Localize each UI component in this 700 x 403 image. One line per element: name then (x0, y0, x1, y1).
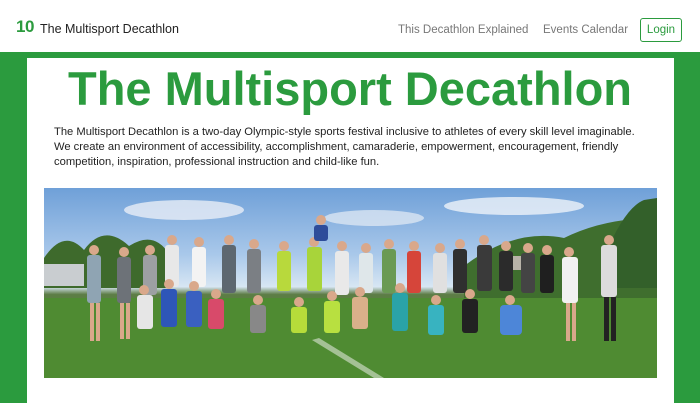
top-navbar: 10 The Multisport Decathlon This Decathl… (0, 0, 700, 52)
brand-logo[interactable]: 10 (16, 17, 34, 37)
page-title: The Multisport Decathlon (68, 62, 632, 115)
group-photo-illustration (44, 197, 657, 378)
nav-link-events-calendar[interactable]: Events Calendar (543, 22, 628, 38)
login-button[interactable]: Login (640, 18, 682, 42)
brand-name[interactable]: The Multisport Decathlon (40, 21, 179, 37)
intro-paragraph: The Multisport Decathlon is a two-day Ol… (54, 126, 635, 169)
group-photo (44, 188, 657, 378)
nav-link-decathlon-explained[interactable]: This Decathlon Explained (398, 22, 528, 38)
